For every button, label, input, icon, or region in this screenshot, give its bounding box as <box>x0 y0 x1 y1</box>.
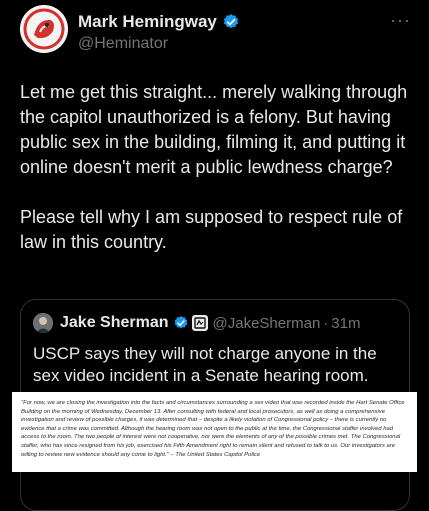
author-display-name[interactable]: Mark Hemingway <box>78 12 217 32</box>
verified-badge-icon[interactable] <box>222 13 240 31</box>
author-avatar[interactable] <box>20 5 68 53</box>
avatar-logo-icon <box>20 5 68 53</box>
quoted-timestamp[interactable]: 31m <box>331 315 360 332</box>
tweet-text: Let me get this straight... merely walki… <box>20 82 408 252</box>
affiliation-badge-icon[interactable] <box>191 315 208 331</box>
quoted-author-avatar[interactable] <box>33 313 53 333</box>
author-handle[interactable]: @Heminator <box>78 35 168 53</box>
more-options-icon[interactable]: ··· <box>390 10 411 31</box>
quoted-statement-image[interactable]: "For now, we are closing the investigati… <box>12 392 417 472</box>
quoted-tweet-text: USCP says they will not charge anyone in… <box>33 344 377 385</box>
quoted-display-name[interactable]: Jake Sherman <box>60 314 169 332</box>
quoted-verified-badge-icon[interactable] <box>173 315 189 331</box>
quoted-separator: · <box>323 314 329 332</box>
quoted-handle[interactable]: @JakeSherman <box>213 315 321 332</box>
statement-text: "For now, we are closing the investigati… <box>21 400 405 458</box>
tweet-card[interactable]: Mark Hemingway @Heminator ··· Let me get… <box>0 0 429 511</box>
quoted-avatar-photo-icon <box>33 313 53 333</box>
